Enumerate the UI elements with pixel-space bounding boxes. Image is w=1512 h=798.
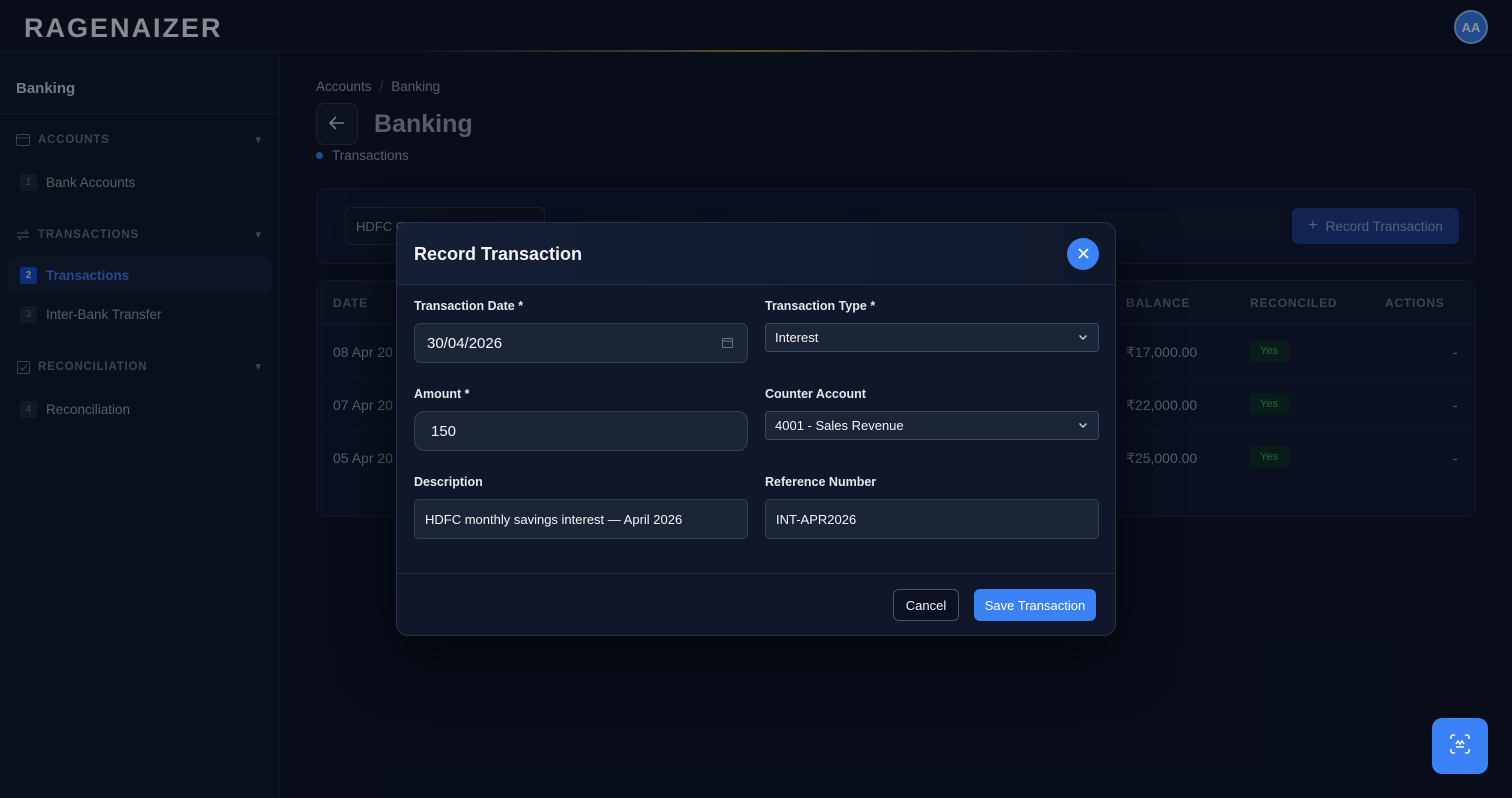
transaction-type-select[interactable]: Interest	[765, 323, 1099, 352]
description-value: HDFC monthly savings interest — April 20…	[425, 511, 683, 527]
save-transaction-button[interactable]: Save Transaction	[974, 589, 1096, 621]
description-label: Description	[414, 475, 483, 489]
assistant-icon	[1448, 732, 1472, 761]
modal-header: Record Transaction	[397, 223, 1115, 285]
counter-account-value: 4001 - Sales Revenue	[775, 418, 904, 433]
counter-account-select[interactable]: 4001 - Sales Revenue	[765, 411, 1099, 440]
close-icon	[1077, 244, 1089, 264]
transaction-type-label: Transaction Type *	[765, 299, 876, 313]
modal-footer: Cancel Save Transaction	[397, 573, 1115, 635]
cancel-button[interactable]: Cancel	[893, 589, 959, 621]
description-input[interactable]: HDFC monthly savings interest — April 20…	[414, 499, 748, 539]
transaction-date-input[interactable]: 30/04/2026	[414, 323, 748, 363]
record-transaction-modal: Record Transaction Transaction Date * 30…	[396, 222, 1116, 636]
reference-number-label: Reference Number	[765, 475, 877, 489]
amount-input[interactable]: 150	[414, 411, 748, 451]
reference-number-input[interactable]: INT-APR2026	[765, 499, 1099, 539]
assistant-fab-button[interactable]	[1432, 718, 1488, 774]
transaction-date-value: 30/04/2026	[427, 334, 503, 352]
chevron-down-icon	[1078, 420, 1088, 433]
amount-value: 150	[431, 422, 457, 440]
reference-number-value: INT-APR2026	[776, 511, 857, 527]
calendar-icon[interactable]	[722, 337, 733, 351]
close-button[interactable]	[1067, 238, 1099, 270]
transaction-date-label: Transaction Date *	[414, 299, 524, 313]
modal-title: Record Transaction	[414, 244, 583, 264]
amount-label: Amount *	[414, 387, 470, 401]
transaction-type-value: Interest	[775, 330, 819, 345]
chevron-down-icon	[1078, 332, 1088, 345]
counter-account-label: Counter Account	[765, 387, 866, 401]
